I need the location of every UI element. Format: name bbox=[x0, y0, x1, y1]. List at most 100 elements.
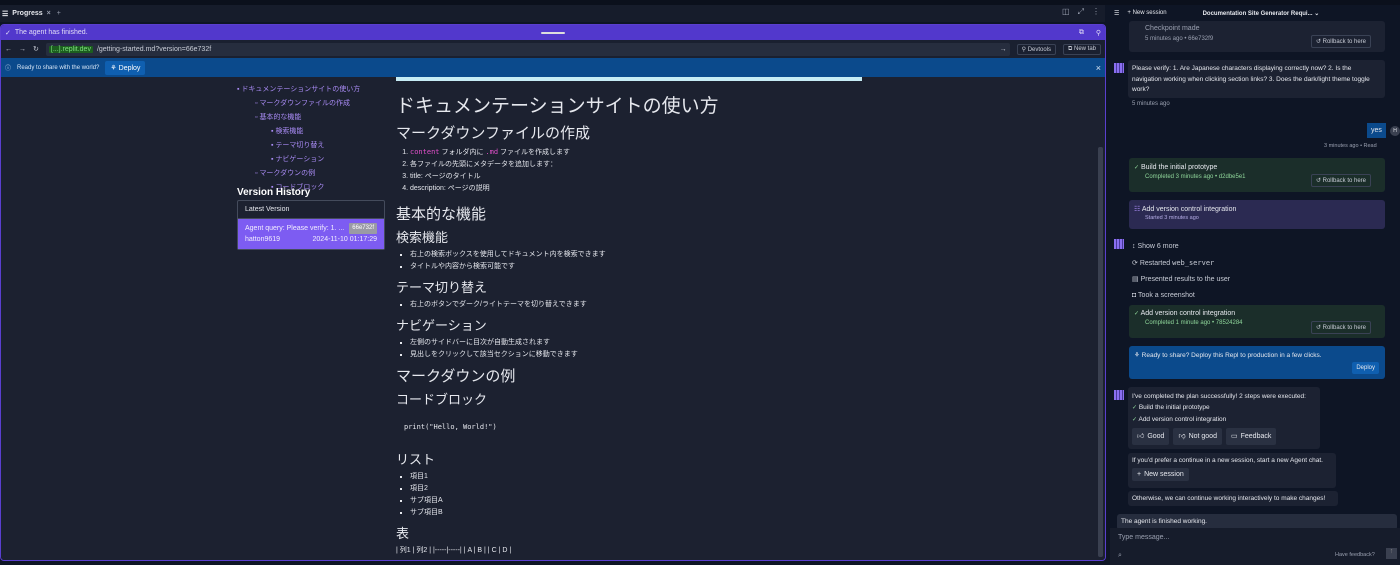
go-icon[interactable]: → bbox=[1000, 46, 1007, 53]
pin-icon[interactable]: ⚲ bbox=[1096, 29, 1101, 37]
browser-toolbar: ← → ↻ [...].replit.dev/getting-started.md?… bbox=[1, 40, 1105, 58]
heading: 検索機能 bbox=[396, 230, 449, 245]
toc-item[interactable]: ▪ ナビゲーション bbox=[237, 153, 360, 167]
show-more-button[interactable]: ↕ Show 6 more bbox=[1132, 239, 1230, 255]
otherwise-message: Otherwise, we can continue working inter… bbox=[1128, 491, 1338, 506]
rollback-button[interactable]: ↺ Rollback to here bbox=[1310, 174, 1371, 187]
list-icon: ☰ bbox=[2, 10, 9, 18]
top-bar bbox=[396, 77, 862, 81]
agent-avatar bbox=[1114, 390, 1124, 400]
chat-header: ☰ + New session Documentation Site Gener… bbox=[1110, 6, 1400, 20]
screenshot-icon[interactable]: ⧉ bbox=[1079, 29, 1084, 37]
list-item: 項目1 bbox=[410, 471, 866, 483]
devtools-button[interactable]: ⚲ Devtools bbox=[1016, 43, 1057, 55]
completion-text: I've completed the plan successfully! 2 … bbox=[1132, 393, 1306, 400]
close-tab-icon[interactable]: × bbox=[47, 10, 51, 17]
new-tab-label: New tab bbox=[1073, 45, 1096, 52]
list-item: 右上の検索ボックスを使用してドキュメント内を検索できます bbox=[410, 249, 866, 261]
rollback-button[interactable]: ↺ Rollback to here bbox=[1310, 35, 1371, 48]
list-item: 見出しをクリックして該当セクションに移動できます bbox=[410, 349, 866, 361]
scrollbar[interactable] bbox=[1098, 147, 1103, 557]
check-icon: ✓ bbox=[5, 29, 11, 37]
user-message: yes bbox=[1367, 123, 1386, 138]
attach-icon[interactable]: ⌕ bbox=[1118, 552, 1122, 560]
split-icon[interactable]: ◫ bbox=[1062, 7, 1070, 17]
url-input[interactable]: [...].replit.dev/getting-started.md?vers… bbox=[45, 42, 1010, 56]
activity-item: ▤ Presented results to the user bbox=[1132, 276, 1231, 283]
new-session-button[interactable]: + New session bbox=[1132, 468, 1189, 481]
new-tab-button[interactable]: ⧉ New tab bbox=[1063, 43, 1101, 55]
heading: コードブロック bbox=[396, 392, 488, 407]
banner-text: The agent has finished. bbox=[14, 29, 88, 36]
version-hash: 66e732f bbox=[349, 223, 377, 234]
expand-icon[interactable]: ⤢ bbox=[1078, 7, 1084, 17]
heading: マークダウンファイルの作成 bbox=[396, 125, 590, 142]
version-query: Agent query: Please verify: 1. ... bbox=[245, 225, 345, 232]
step-card: ✓ Add version control integration Comple… bbox=[1129, 305, 1385, 338]
rollback-button[interactable]: ↺ Rollback to here bbox=[1310, 321, 1371, 334]
message-input[interactable]: Type message... ⌕ Have feedback? ↑ bbox=[1110, 528, 1400, 565]
list-item: title: ページのタイトル bbox=[410, 171, 866, 183]
devtools-label: Devtools bbox=[1027, 46, 1052, 53]
activity-item: ◘ Took a screenshot bbox=[1132, 292, 1195, 299]
feedback-button[interactable]: ▭ Feedback bbox=[1225, 428, 1277, 445]
drag-handle[interactable] bbox=[541, 32, 565, 34]
session-title-dropdown[interactable]: Documentation Site Generator Requi... ⌄ bbox=[1203, 10, 1320, 17]
step-meta: Started 3 minutes ago bbox=[1145, 215, 1199, 221]
toc-item[interactable]: ▫ 基本的な機能 bbox=[237, 111, 360, 125]
pane-tab-bar: ☰ Progress × + bbox=[0, 5, 1105, 22]
heading: テーマ切り替え bbox=[396, 280, 488, 295]
heading: マークダウンの例 bbox=[396, 368, 516, 385]
tab-progress[interactable]: ☰ Progress × bbox=[2, 10, 51, 18]
forward-icon[interactable]: → bbox=[19, 46, 26, 53]
agent-message: Please verify: 1. Are Japanese character… bbox=[1128, 60, 1385, 98]
webview-frame: ✓ The agent has finished. ⧉ ⚲ ← → ↻ [...].re… bbox=[0, 24, 1106, 561]
version-item[interactable]: Agent query: Please verify: 1. ... 66e732… bbox=[238, 219, 384, 249]
list-item: 各ファイルの先頭にメタデータを追加します： bbox=[410, 159, 866, 171]
good-button[interactable]: 👍︎ Good bbox=[1132, 428, 1170, 445]
progress-icon: ☷ bbox=[1134, 206, 1141, 213]
heading: ナビゲーション bbox=[396, 318, 487, 333]
back-icon[interactable]: ← bbox=[5, 46, 12, 53]
activity-item: ⟳ Restarted web_server bbox=[1132, 259, 1215, 267]
new-session-button[interactable]: + New session bbox=[1127, 10, 1166, 16]
document: ドキュメンテーションサイトの使い方 マークダウンファイルの作成 content … bbox=[396, 77, 866, 555]
have-feedback-link[interactable]: Have feedback? bbox=[1335, 552, 1375, 558]
menu-icon[interactable]: ☰ bbox=[1114, 10, 1119, 17]
list-item: サブ項目B bbox=[410, 507, 866, 519]
list-item: 左側のサイドバーに目次が自動生成されます bbox=[410, 337, 866, 349]
deploy-button[interactable]: Deploy bbox=[1352, 362, 1379, 374]
list-item: 右上のボタンでダーク/ライトテーマを切り替えできます bbox=[410, 299, 866, 311]
close-icon[interactable]: × bbox=[1096, 63, 1101, 73]
table-of-contents: ▪ ドキュメンテーションサイトの使い方 ▫ マークダウンファイルの作成 ▫ 基本… bbox=[237, 83, 360, 195]
message-time: 5 minutes ago bbox=[1132, 101, 1170, 107]
deploy-icon: ⚘ bbox=[1134, 352, 1140, 359]
add-tab-button[interactable]: + bbox=[57, 10, 61, 17]
toc-item[interactable]: ▪ ドキュメンテーションサイトの使い方 bbox=[237, 83, 360, 97]
message-placeholder: Type message... bbox=[1118, 534, 1170, 541]
info-icon: ⓘ bbox=[5, 66, 12, 72]
toc-item[interactable]: ▫ マークダウンファイルの作成 bbox=[237, 97, 360, 111]
not-good-button[interactable]: 👎︎ Not good bbox=[1173, 428, 1222, 445]
toc-item[interactable]: ▪ 検索機能 bbox=[237, 125, 360, 139]
list-item: サブ項目A bbox=[410, 495, 866, 507]
reload-icon[interactable]: ↻ bbox=[33, 45, 39, 53]
latest-version-label: Latest Version bbox=[238, 201, 384, 219]
version-history-title: Version History bbox=[237, 187, 311, 198]
list-item: content フォルダ内に .md ファイルを作成します bbox=[410, 146, 866, 159]
page-content: ▪ ドキュメンテーションサイトの使い方 ▫ マークダウンファイルの作成 ▫ 基本… bbox=[1, 77, 1105, 560]
deploy-label: Deploy bbox=[118, 64, 141, 72]
deploy-button[interactable]: ⚘ Deploy bbox=[105, 60, 146, 75]
toc-item[interactable]: ▫ マークダウンの例 bbox=[237, 167, 360, 181]
version-user: hatton9619 bbox=[245, 236, 281, 243]
send-button[interactable]: ↑ bbox=[1386, 548, 1397, 559]
more-icon[interactable]: ⋮ bbox=[1092, 7, 1100, 17]
step-card: ✓ Build the initial prototype Completed … bbox=[1129, 158, 1385, 192]
new-session-message: If you'd prefer a continue in a new sess… bbox=[1128, 453, 1336, 488]
user-avatar: H bbox=[1390, 126, 1400, 136]
agent-finished-banner: ✓ The agent has finished. ⧉ ⚲ bbox=[1, 25, 1105, 40]
toc-item[interactable]: ▪ テーマ切り替え bbox=[237, 139, 360, 153]
completion-message: I've completed the plan successfully! 2 … bbox=[1128, 387, 1320, 449]
list-item: タイトルや内容から検索可能です bbox=[410, 261, 866, 273]
table-raw-text: | 列1 | 列2 | |-----|-----| | A | B | | C … bbox=[396, 547, 512, 554]
